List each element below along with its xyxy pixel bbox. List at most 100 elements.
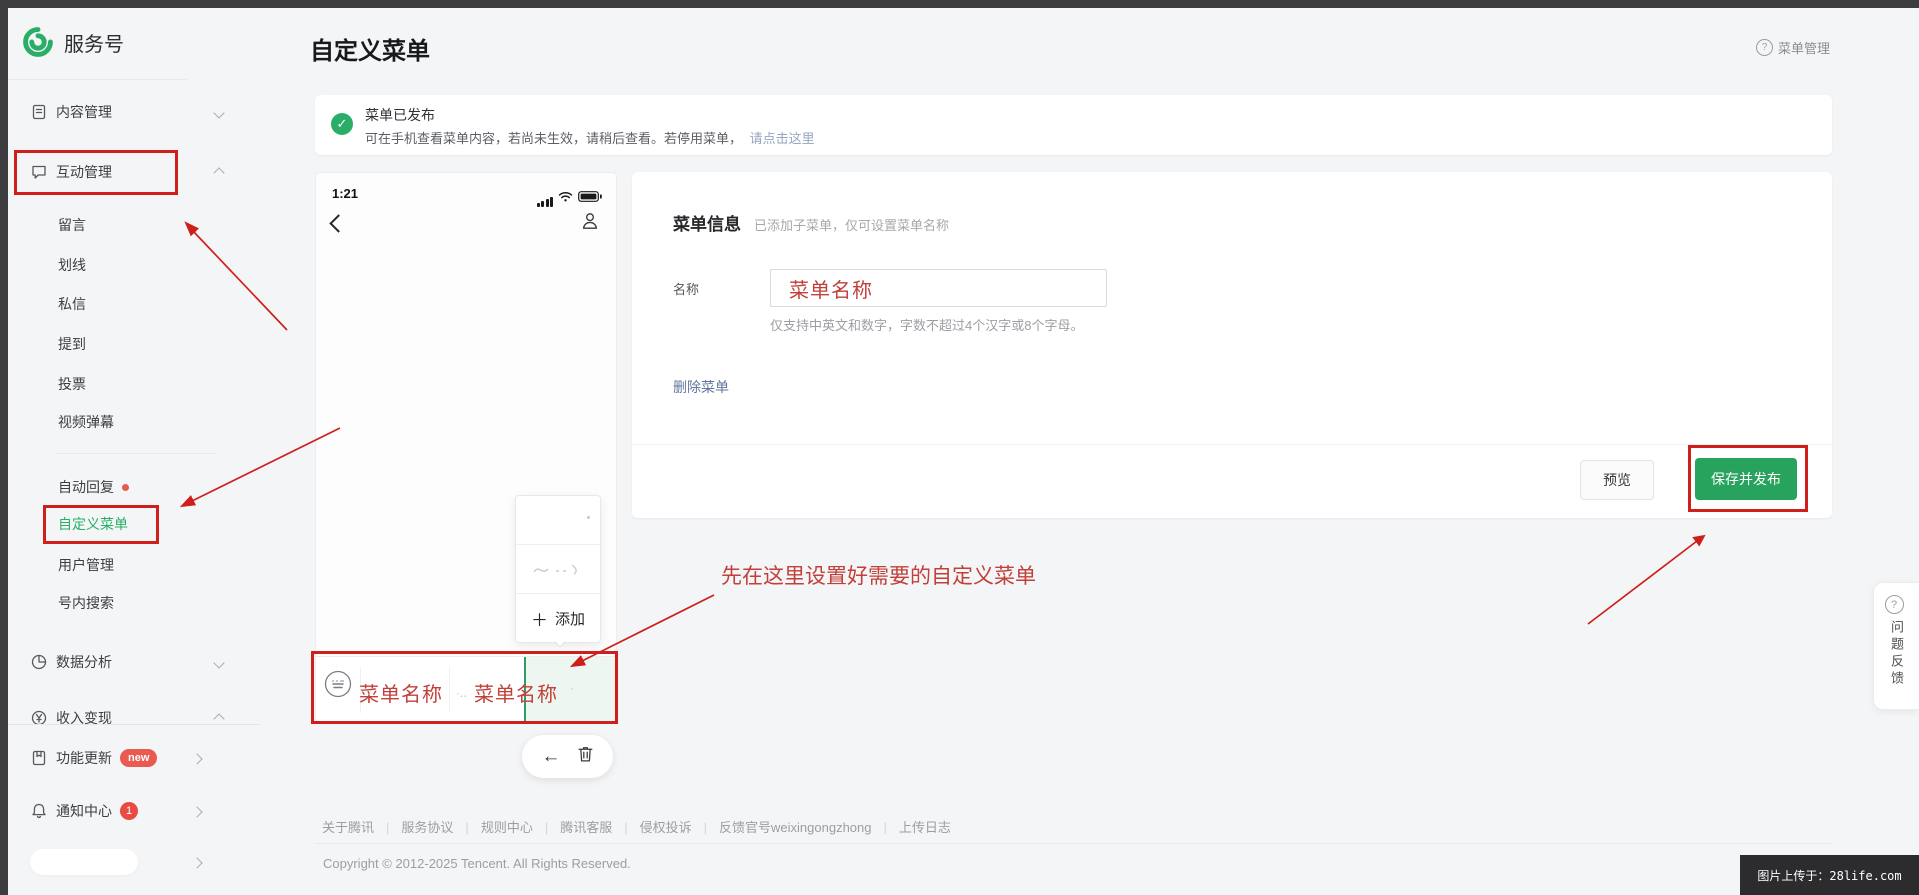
menu-item-right-label[interactable]: 菜单名称 xyxy=(474,678,558,707)
pie-chart-icon xyxy=(30,653,48,671)
sidebar-item-mentions[interactable]: 提到 xyxy=(58,329,218,359)
brand: 服务号 xyxy=(22,26,124,58)
sidebar-item-custom-menu[interactable]: 自定义菜单 xyxy=(58,509,218,539)
sidebar-bottom-panel: 功能更新 new 通知中心 1 xyxy=(8,724,260,895)
menu-name-input[interactable]: 菜单名称 xyxy=(770,269,1107,307)
sidebar-item-label: 私信 xyxy=(58,296,86,312)
brand-name: 服务号 xyxy=(64,33,124,56)
section-hint: 已添加子菜单，仅可设置菜单名称 xyxy=(754,218,950,233)
menu-cell-divider xyxy=(449,667,450,713)
preview-button[interactable]: 预览 xyxy=(1580,460,1654,500)
name-label: 名称 xyxy=(673,282,700,297)
sidebar-item-underline[interactable]: 划线 xyxy=(58,250,218,280)
sidebar-item-label: 用户管理 xyxy=(58,557,114,573)
card-footer-divider xyxy=(632,444,1832,445)
phone-status-icons xyxy=(536,189,603,207)
sidebar-item-notification-center[interactable]: 通知中心 1 xyxy=(30,796,240,826)
footer-link-infringement[interactable]: 侵权投诉 xyxy=(640,820,692,835)
sidebar-item-feature-updates[interactable]: 功能更新 new xyxy=(30,743,240,773)
chevron-up-icon xyxy=(213,167,225,179)
sidebar-item-label: 划线 xyxy=(58,257,86,273)
banner-title: 菜单已发布 xyxy=(365,107,435,123)
screenshot-root: 服务号 内容管理 互动管理 留言 划线 私信 提到 投票 视频弹幕 自动回复 自… xyxy=(0,0,1919,895)
help-label: 菜单管理 xyxy=(1777,41,1830,56)
sidebar-item-label: 视频弹幕 xyxy=(58,414,114,430)
menu-mgmt-help-link[interactable]: ? 菜单管理 xyxy=(1755,38,1830,57)
illegible-scribble xyxy=(533,564,577,575)
sidebar-item-label: 号内搜索 xyxy=(58,595,114,611)
sidebar-item-analytics[interactable]: 数据分析 xyxy=(30,647,230,677)
sidebar-item-content-mgmt[interactable]: 内容管理 xyxy=(30,97,230,127)
sidebar-item-video-danmu[interactable]: 视频弹幕 xyxy=(58,407,218,437)
sidebar-item-user-mgmt[interactable]: 用户管理 xyxy=(58,550,218,580)
sidebar-item-account-search[interactable]: 号内搜索 xyxy=(58,588,218,618)
popup-item-faint[interactable] xyxy=(516,545,600,594)
back-icon[interactable] xyxy=(329,214,348,233)
battery-icon xyxy=(578,189,602,207)
book-star-icon xyxy=(30,749,48,767)
sidebar-item-label: 投票 xyxy=(58,376,86,392)
censored-account-name xyxy=(30,849,138,875)
popup-add-button[interactable]: ＋ 添加 xyxy=(516,594,600,642)
menu-item-left-label[interactable]: 菜单名称 xyxy=(359,678,443,707)
sidebar-item-interaction-mgmt[interactable]: 互动管理 xyxy=(30,157,230,187)
save-publish-button[interactable]: 保存并发布 xyxy=(1695,458,1797,500)
sidebar-item-label: 自定义菜单 xyxy=(58,516,128,532)
sidebar-divider xyxy=(8,79,187,80)
frame-edge-top xyxy=(0,0,1919,8)
publish-status-banner: ✓ 菜单已发布 可在手机查看菜单内容，若尚未生效，请稍后查看。若停用菜单， 请点… xyxy=(315,95,1832,155)
feedback-widget[interactable]: ? 问题反馈 xyxy=(1873,582,1919,710)
keyboard-icon[interactable] xyxy=(324,670,352,703)
watermark: 图片上传于：28life.com xyxy=(1740,855,1919,895)
menu-edit-popup: ＋ 添加 xyxy=(515,495,601,643)
popup-caret xyxy=(554,640,566,652)
chevron-down-icon xyxy=(213,107,225,119)
back-arrow-icon[interactable]: ← xyxy=(542,747,561,766)
frame-edge-left xyxy=(0,0,8,895)
sidebar-item-label: 提到 xyxy=(58,336,86,352)
footer-link-upload-log[interactable]: 上传日志 xyxy=(899,820,951,835)
sidebar-item-votes[interactable]: 投票 xyxy=(58,369,218,399)
faint-dot: ·‥ xyxy=(456,688,468,700)
popup-item-blank[interactable] xyxy=(516,496,600,545)
disable-menu-link[interactable]: 请点击这里 xyxy=(750,131,815,146)
menu-name-value: 菜单名称 xyxy=(789,277,873,302)
footer-link-rules[interactable]: 规则中心 xyxy=(481,820,533,835)
plus-icon: ＋ xyxy=(530,610,548,630)
wifi-icon xyxy=(558,189,573,207)
sidebar-item-label: 数据分析 xyxy=(56,654,112,670)
profile-icon[interactable] xyxy=(580,211,600,236)
sidebar-item-account[interactable] xyxy=(30,847,240,877)
copyright-text: Copyright © 2012-2025 Tencent. All Right… xyxy=(323,856,631,871)
feedback-label: 问题反馈 xyxy=(1889,620,1904,688)
success-check-icon: ✓ xyxy=(331,113,353,135)
wechat-logo-icon xyxy=(22,26,54,58)
delete-menu-link[interactable]: 删除菜单 xyxy=(673,377,729,397)
footer-link-about[interactable]: 关于腾讯 xyxy=(322,820,374,835)
sidebar-item-auto-reply[interactable]: 自动回复 xyxy=(58,472,228,502)
watermark-text: 图片上传于：28life.com xyxy=(1757,868,1902,883)
banner-desc-text: 可在手机查看菜单内容，若尚未生效，请稍后查看。若停用菜单， xyxy=(365,131,743,146)
footer-links: 关于腾讯 | 服务协议 | 规则中心 | 腾讯客服 | 侵权投诉 | 反馈官号weixingongz… xyxy=(322,820,951,835)
chevron-right-icon xyxy=(191,857,203,869)
faint-dot: · xyxy=(570,683,574,695)
question-icon: ? xyxy=(1884,595,1904,614)
trash-icon[interactable] xyxy=(577,745,594,768)
chevron-up-icon xyxy=(213,713,225,725)
sidebar-item-comments[interactable]: 留言 xyxy=(58,210,218,240)
name-helper-text: 仅支持中英文和数字，字数不超过4个汉字或8个字母。 xyxy=(770,318,1084,333)
footer-divider xyxy=(315,843,1832,844)
menu-bar-toolbar: ← xyxy=(522,735,613,778)
signal-icon xyxy=(536,197,553,207)
sidebar-item-label: 互动管理 xyxy=(56,164,112,180)
footer-link-support[interactable]: 腾讯客服 xyxy=(560,820,612,835)
sidebar-item-private-msg[interactable]: 私信 xyxy=(58,289,218,319)
banner-desc: 可在手机查看菜单内容，若尚未生效，请稍后查看。若停用菜单， 请点击这里 xyxy=(365,128,815,147)
sidebar-item-label: 功能更新 xyxy=(56,750,112,766)
phone-menu-bar: 菜单名称 ·‥ 菜单名称 · xyxy=(316,656,618,723)
chevron-right-icon xyxy=(191,753,203,765)
document-icon xyxy=(30,103,48,121)
footer-link-terms[interactable]: 服务协议 xyxy=(401,820,453,835)
footer-link-feedback-account[interactable]: 反馈官号weixingongzhong xyxy=(719,820,871,835)
phone-preview: 1:21 ＋ 添加 菜单名称 ·‥ 菜单名称 · xyxy=(315,172,618,723)
